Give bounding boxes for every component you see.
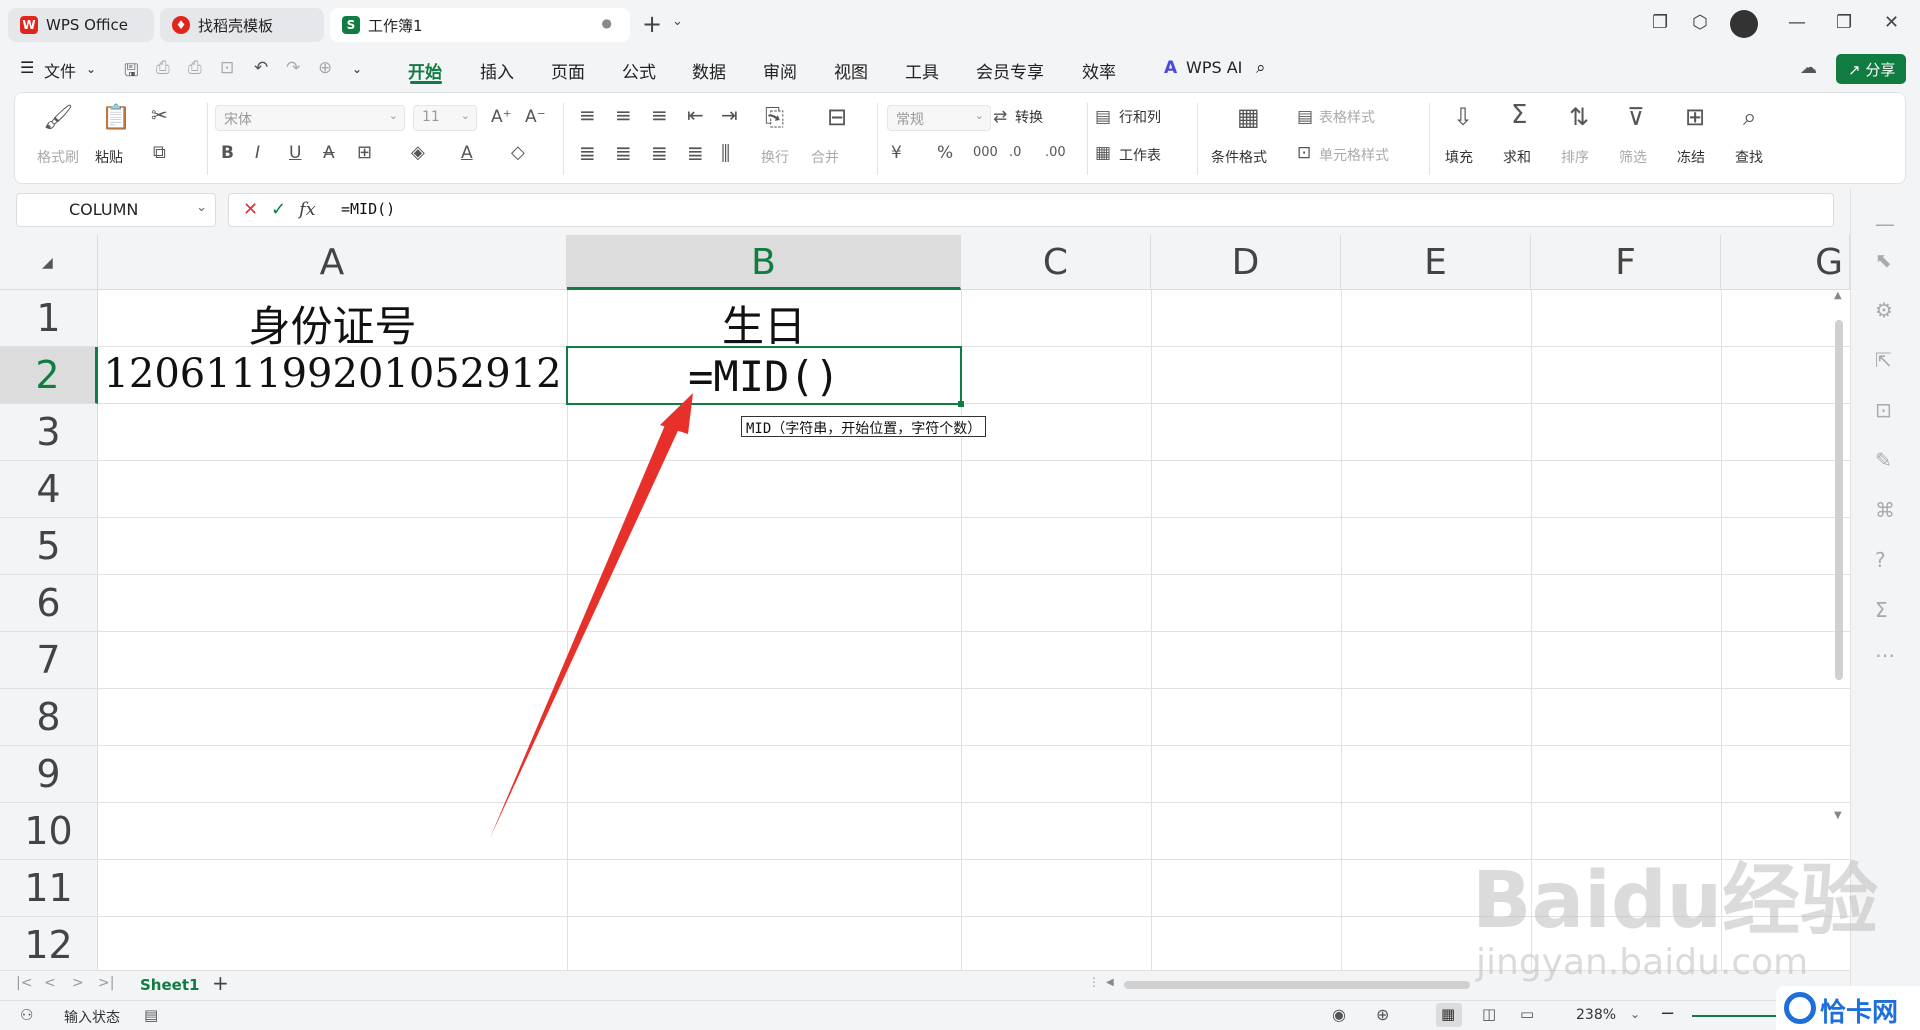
corner-logo-text: 恰卡网 [1820,998,1899,1028]
macro-icon[interactable]: ⚇ [20,1006,33,1024]
splitter-icon[interactable]: ⋮ [1088,975,1100,989]
horizontal-scrollbar-thumb[interactable] [1124,981,1470,989]
formula-helper-icon[interactable]: Σ [1875,598,1888,622]
select-icon[interactable]: ⬉ [1875,248,1892,272]
collapse-icon[interactable]: — [1875,212,1895,236]
corner-logo: 恰卡网 [1776,986,1920,1030]
zoom-slider[interactable] [1692,1015,1782,1017]
view-toggle-icon[interactable]: ▤ [144,1006,158,1024]
image-icon[interactable]: ⊡ [1875,398,1892,422]
scroll-left-icon[interactable]: ◀ [1106,977,1114,988]
page-layout-view-icon[interactable]: ▭ [1520,1005,1534,1023]
help-icon[interactable]: ? [1875,548,1886,572]
prev-sheet-icon[interactable]: < [44,975,56,991]
zoom-out-icon[interactable]: − [1660,1003,1675,1024]
sheet-tab-sheet1[interactable]: Sheet1 [140,976,199,994]
add-sheet-icon[interactable]: + [212,971,229,995]
settings-sliders-icon[interactable]: ⚙ [1875,298,1893,322]
corner-logo-icon [1784,992,1816,1024]
baidu-watermark: Baidu经验 [1472,856,1879,946]
status-bar: ⚇ 输入状态 ▤ ◉ ⊕ ▦ ◫ ▭ 238% ⌄ − [0,1000,1920,1030]
zoom-level[interactable]: 238% [1576,1007,1616,1023]
chevron-down-icon[interactable]: ⌄ [1630,1007,1640,1021]
next-sheet-icon[interactable]: > [72,975,84,991]
last-sheet-icon[interactable]: >| [98,975,114,991]
baidu-url-watermark: jingyan.baidu.com [1476,942,1809,983]
page-break-view-icon[interactable]: ◫ [1482,1005,1496,1023]
transfer-icon[interactable]: ⇱ [1875,348,1892,372]
normal-view-button[interactable]: ▦ [1436,1003,1462,1027]
more-icon[interactable]: ⋯ [1875,643,1895,667]
locate-icon[interactable]: ⊕ [1376,1005,1389,1024]
input-mode-status: 输入状态 [64,1010,120,1026]
normal-view-icon: ▦ [1441,1005,1456,1023]
tools-icon[interactable]: ✎ [1875,448,1892,472]
eye-protection-icon[interactable]: ◉ [1332,1005,1346,1024]
first-sheet-icon[interactable]: |< [16,975,32,991]
backup-icon[interactable]: ⌘ [1875,498,1895,522]
